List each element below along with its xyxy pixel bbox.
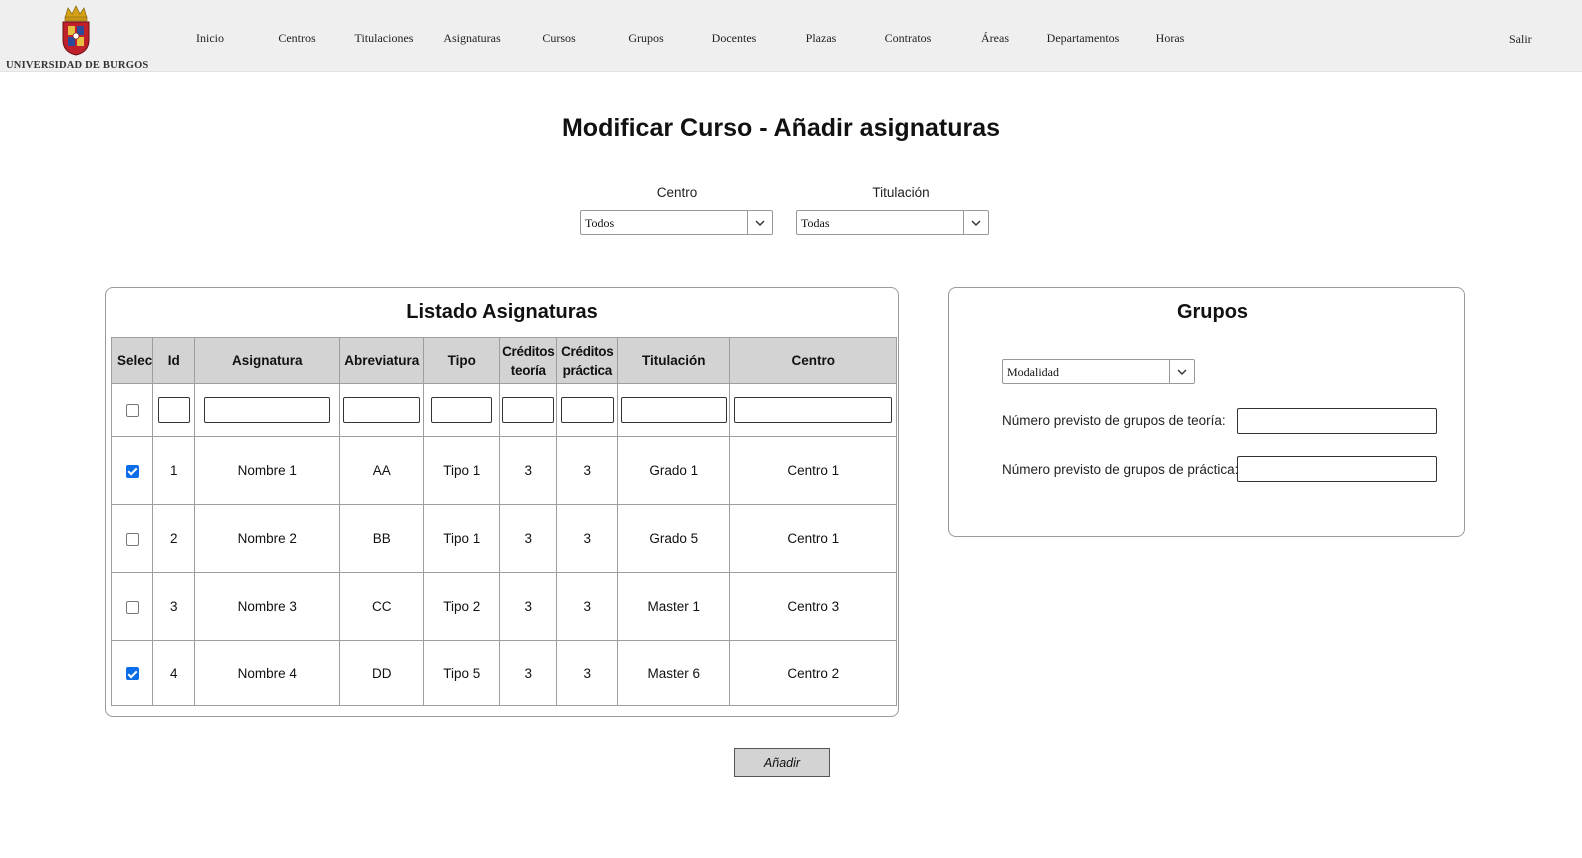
- nav-plazas[interactable]: Plazas: [806, 31, 837, 46]
- cell-creditos-practica: 3: [556, 640, 619, 706]
- logo-text: UNIVERSIDAD DE BURGOS: [6, 60, 149, 71]
- centro-select-value: Todos: [585, 216, 615, 230]
- cell-abreviatura: DD: [339, 640, 425, 706]
- cell-id: 1: [152, 436, 196, 505]
- table-row: 1 Nombre 1 AA Tipo 1 3 3 Grado 1 Centro …: [110, 436, 898, 505]
- cell-abreviatura: BB: [339, 504, 425, 573]
- row-select-checkbox[interactable]: [125, 600, 139, 614]
- cell-asignatura: Nombre 2: [194, 504, 341, 573]
- col-header-titulacion: Titulación: [617, 337, 731, 384]
- nav-inicio[interactable]: Inicio: [196, 31, 224, 46]
- cell-centro: Centro 1: [729, 504, 898, 573]
- cell-centro: Centro 3: [729, 572, 898, 641]
- col-header-abreviatura: Abreviatura: [339, 337, 425, 384]
- cell-titulacion: Grado 5: [617, 504, 731, 573]
- cell-creditos-teoria: 3: [499, 504, 558, 573]
- id-filter-input[interactable]: [157, 397, 190, 423]
- table-filter-row: [110, 383, 898, 437]
- titulacion-select-value: Todas: [801, 216, 830, 230]
- nav-areas[interactable]: Áreas: [981, 31, 1009, 46]
- nav-salir[interactable]: Salir: [1509, 32, 1532, 47]
- col-header-centro: Centro: [729, 337, 898, 384]
- cell-asignatura: Nombre 4: [194, 640, 341, 706]
- practice-groups-label: Número previsto de grupos de práctica:: [1002, 462, 1239, 477]
- cell-id: 3: [152, 572, 196, 641]
- add-button[interactable]: Añadir: [734, 748, 830, 777]
- abreviatura-filter-input[interactable]: [343, 397, 421, 423]
- cell-titulacion: Grado 1: [617, 436, 731, 505]
- nav-horas[interactable]: Horas: [1156, 31, 1185, 46]
- nav-contratos[interactable]: Contratos: [885, 31, 932, 46]
- table-row: 4 Nombre 4 DD Tipo 5 3 3 Master 6 Centro…: [110, 640, 898, 706]
- cell-tipo: Tipo 1: [423, 504, 501, 573]
- tipo-filter-input[interactable]: [431, 397, 493, 423]
- col-header-creditos-practica: Créditos práctica: [556, 337, 619, 384]
- titulacion-filter-label: Titulación: [872, 185, 930, 200]
- cell-id: 4: [152, 640, 196, 706]
- cell-creditos-practica: 3: [556, 572, 619, 641]
- table-row: 3 Nombre 3 CC Tipo 2 3 3 Master 1 Centro…: [110, 572, 898, 641]
- nav-grupos[interactable]: Grupos: [628, 31, 663, 46]
- coat-of-arms-icon: [62, 5, 90, 56]
- centro-select[interactable]: Todos: [580, 210, 773, 235]
- cell-creditos-teoria: 3: [499, 572, 558, 641]
- row-select-checkbox[interactable]: [125, 532, 139, 546]
- chevron-down-icon[interactable]: [747, 211, 772, 234]
- centro-filter-label: Centro: [656, 185, 698, 200]
- cell-creditos-practica: 3: [556, 504, 619, 573]
- cell-creditos-teoria: 3: [499, 640, 558, 706]
- cell-titulacion: Master 1: [617, 572, 731, 641]
- cell-centro: Centro 2: [729, 640, 898, 706]
- cell-tipo: Tipo 1: [423, 436, 501, 505]
- titulacion-select[interactable]: Todas: [796, 210, 989, 235]
- cell-centro: Centro 1: [729, 436, 898, 505]
- col-header-asignatura: Asignatura: [194, 337, 341, 384]
- row-select-checkbox[interactable]: [125, 667, 139, 681]
- creditos-teoria-filter-input[interactable]: [502, 397, 555, 423]
- nav-cursos[interactable]: Cursos: [542, 31, 575, 46]
- cell-abreviatura: AA: [339, 436, 425, 505]
- modalidad-select[interactable]: Modalidad: [1002, 359, 1195, 384]
- creditos-practica-filter-input[interactable]: [560, 397, 614, 423]
- col-header-id: Id: [152, 337, 196, 384]
- groups-panel: Grupos Modalidad Número previsto de grup…: [948, 287, 1465, 537]
- select-all-checkbox[interactable]: [125, 404, 139, 418]
- nav-titulaciones[interactable]: Titulaciones: [355, 31, 414, 46]
- chevron-down-icon[interactable]: [1169, 360, 1194, 383]
- chevron-down-icon[interactable]: [963, 211, 988, 234]
- subjects-panel: Listado Asignaturas Selec Id Asignatura …: [105, 287, 899, 717]
- centro-filter-input[interactable]: [734, 397, 893, 423]
- theory-groups-input[interactable]: [1237, 408, 1437, 434]
- titulacion-filter-input[interactable]: [620, 397, 727, 423]
- cell-asignatura: Nombre 3: [194, 572, 341, 641]
- table-header-row: Selec Id Asignatura Abreviatura Tipo Cré…: [110, 337, 898, 384]
- theory-groups-label: Número previsto de grupos de teoría:: [1002, 413, 1226, 428]
- subjects-panel-title: Listado Asignaturas: [406, 301, 598, 323]
- row-select-checkbox[interactable]: [125, 464, 139, 478]
- cell-asignatura: Nombre 1: [194, 436, 341, 505]
- cell-titulacion: Master 6: [617, 640, 731, 706]
- col-header-creditos-teoria: Créditos teoría: [499, 337, 558, 384]
- subjects-table: Selec Id Asignatura Abreviatura Tipo Cré…: [110, 337, 898, 706]
- asignatura-filter-input[interactable]: [204, 397, 331, 423]
- practice-groups-input[interactable]: [1237, 456, 1437, 482]
- top-nav-bar: UNIVERSIDAD DE BURGOS Inicio Centros Tit…: [0, 0, 1582, 72]
- nav-centros[interactable]: Centros: [278, 31, 315, 46]
- groups-panel-title: Grupos: [1176, 301, 1249, 323]
- cell-creditos-practica: 3: [556, 436, 619, 505]
- nav-departamentos[interactable]: Departamentos: [1047, 31, 1120, 46]
- cell-tipo: Tipo 5: [423, 640, 501, 706]
- nav-docentes[interactable]: Docentes: [712, 31, 757, 46]
- university-logo[interactable]: UNIVERSIDAD DE BURGOS: [4, 4, 150, 72]
- cell-abreviatura: CC: [339, 572, 425, 641]
- table-row: 2 Nombre 2 BB Tipo 1 3 3 Grado 5 Centro …: [110, 504, 898, 573]
- col-header-tipo: Tipo: [423, 337, 501, 384]
- page-title: Modificar Curso - Añadir asignaturas: [561, 114, 1001, 142]
- cell-creditos-teoria: 3: [499, 436, 558, 505]
- modalidad-select-value: Modalidad: [1007, 365, 1059, 379]
- col-header-select: Selec: [110, 337, 154, 384]
- cell-tipo: Tipo 2: [423, 572, 501, 641]
- nav-asignaturas[interactable]: Asignaturas: [443, 31, 500, 46]
- cell-id: 2: [152, 504, 196, 573]
